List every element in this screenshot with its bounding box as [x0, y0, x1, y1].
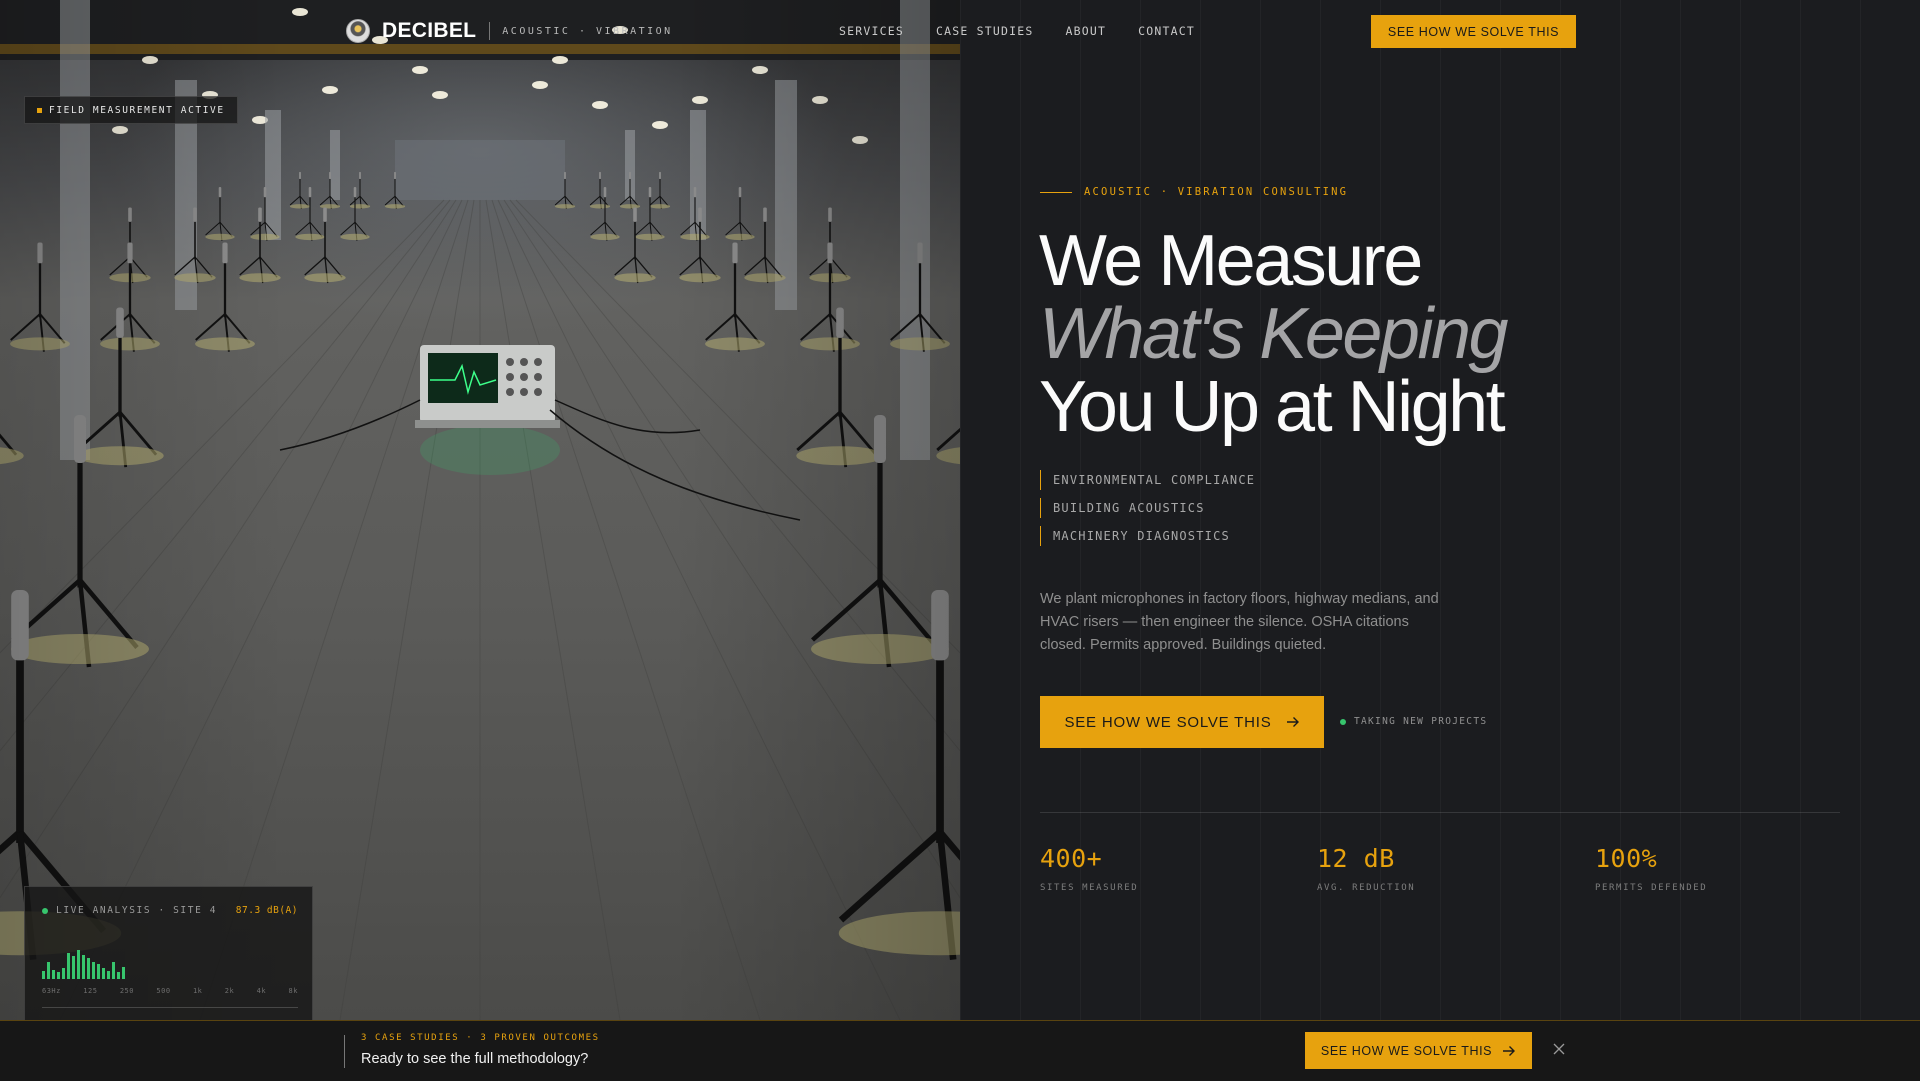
spectrum-bar — [52, 970, 55, 979]
spectrum-bars — [42, 950, 125, 979]
service-tag: MACHINERY DIAGNOSTICS — [1040, 526, 1255, 546]
spectrum-bar — [107, 971, 110, 979]
nav-link-services[interactable]: SERVICES — [839, 24, 904, 38]
warehouse-microphones-illustration — [0, 0, 960, 1020]
spectrum-bar — [42, 971, 45, 979]
stat-label: SITES MEASURED — [1040, 883, 1139, 893]
hero-cta-label: SEE HOW WE SOLVE THIS — [1064, 713, 1272, 731]
frequency-label: 1k — [192, 987, 203, 995]
spectrum-bar — [77, 950, 80, 979]
arrow-right-icon — [1286, 717, 1299, 727]
stats-divider — [1040, 812, 1840, 813]
service-tag: BUILDING ACOUSTICS — [1040, 498, 1255, 518]
frequency-label: 4k — [256, 987, 267, 995]
nav-link-contact[interactable]: CONTACT — [1138, 24, 1195, 38]
stat-label: PERMITS DEFENDED — [1595, 883, 1708, 893]
frequency-label: 63Hz — [42, 987, 61, 995]
spectrum-bar — [92, 962, 95, 979]
headline-line-3: You Up at Night — [1039, 367, 1506, 447]
eyebrow-text: ACOUSTIC · VIBRATION CONSULTING — [1084, 186, 1349, 198]
bottom-bar-kicker: 3 CASE STUDIES · 3 PROVEN OUTCOMES — [361, 1033, 600, 1043]
spectrum-bar — [122, 967, 125, 979]
availability-status: TAKING NEW PROJECTS — [1340, 716, 1487, 727]
frequency-labels: 63Hz 125 250 500 1k 2k 4k 8k — [42, 987, 298, 995]
sticky-cta-bar: 3 CASE STUDIES · 3 PROVEN OUTCOMES Ready… — [0, 1020, 1920, 1081]
spectrum-bar — [97, 964, 100, 979]
headline-line-1: We Measure — [1039, 221, 1423, 301]
analysis-title: LIVE ANALYSIS · SITE 4 — [42, 905, 217, 916]
availability-text: TAKING NEW PROJECTS — [1354, 716, 1488, 727]
decibel-logo-icon — [346, 19, 370, 43]
service-tags: ENVIRONMENTAL COMPLIANCE BUILDING ACOUST… — [1040, 470, 1255, 554]
eyebrow-line — [1040, 191, 1072, 193]
availability-dot-icon — [1340, 718, 1346, 725]
spectrum-bar — [112, 962, 115, 979]
hero-headline: We Measure What's Keeping You Up at Nigh… — [1039, 221, 1509, 447]
brand-logo[interactable]: DECIBEL ACOUSTIC · VIBRATION — [346, 19, 673, 43]
nav-links: SERVICES CASE STUDIES ABOUT CONTACT — [839, 24, 1195, 38]
nav-cta-button[interactable]: SEE HOW WE SOLVE THIS — [1371, 15, 1576, 48]
stat-value: 400+ — [1040, 844, 1103, 873]
bottom-bar-text: Ready to see the full methodology? — [361, 1051, 589, 1067]
brand-tagline: ACOUSTIC · VIBRATION — [502, 25, 673, 37]
stat-sites-measured: 400+ SITES MEASURED — [1040, 844, 1138, 893]
close-icon[interactable] — [1552, 1042, 1566, 1056]
brand-divider — [489, 22, 491, 40]
stat-value: 12 dB — [1317, 844, 1395, 873]
live-analysis-panel: LIVE ANALYSIS · SITE 4 87.3 dB(A) 63Hz 12… — [24, 886, 313, 1022]
analysis-header: LIVE ANALYSIS · SITE 4 87.3 dB(A) — [42, 905, 298, 916]
hero-eyebrow: ACOUSTIC · VIBRATION CONSULTING — [1040, 186, 1348, 198]
bottom-bar-cta-button[interactable]: SEE HOW WE SOLVE THIS — [1305, 1032, 1532, 1069]
top-navigation: DECIBEL ACOUSTIC · VIBRATION SERVICES CA… — [0, 0, 1920, 62]
nav-link-about[interactable]: ABOUT — [1065, 24, 1106, 38]
hero-cta-button[interactable]: SEE HOW WE SOLVE THIS — [1040, 696, 1324, 748]
analysis-divider — [42, 1007, 298, 1008]
hero-description: We plant microphones in factory floors, … — [1040, 591, 1439, 653]
spectrum-bar — [57, 972, 60, 979]
spectrum-bar — [87, 958, 90, 979]
service-tag: ENVIRONMENTAL COMPLIANCE — [1040, 470, 1255, 490]
analysis-reading: 87.3 dB(A) — [235, 905, 298, 916]
spectrum-bar — [62, 968, 65, 979]
spectrum-bar — [67, 953, 70, 979]
bottom-bar-rule — [344, 1035, 345, 1068]
frequency-label: 2k — [224, 987, 235, 995]
spectrum-bar — [117, 972, 120, 979]
stat-label: AVG. REDUCTION — [1317, 883, 1416, 893]
bottom-bar-cta-label: SEE HOW WE SOLVE THIS — [1320, 1043, 1493, 1058]
frequency-label: 8k — [288, 987, 298, 995]
nav-link-case-studies[interactable]: CASE STUDIES — [936, 24, 1033, 38]
spectrum-bar — [102, 968, 105, 979]
frequency-label: 250 — [119, 987, 134, 995]
stat-value: 100% — [1595, 844, 1658, 873]
arrow-right-icon — [1503, 1045, 1516, 1056]
hero-photo — [0, 0, 960, 1020]
analysis-title-text: LIVE ANALYSIS · SITE 4 — [56, 905, 218, 916]
spectrum-bar — [82, 955, 85, 979]
badge-label: FIELD MEASUREMENT ACTIVE — [49, 104, 225, 116]
frequency-label: 125 — [83, 987, 98, 995]
spectrum-bar — [72, 956, 75, 979]
headline-line-2: What's Keeping — [1039, 294, 1509, 374]
live-indicator-icon — [42, 907, 48, 914]
stat-permits-defended: 100% PERMITS DEFENDED — [1595, 844, 1707, 893]
field-measurement-badge: FIELD MEASUREMENT ACTIVE — [24, 96, 238, 124]
brand-name: DECIBEL — [382, 19, 477, 42]
frequency-label: 500 — [156, 987, 171, 995]
stat-avg-reduction: 12 dB AVG. REDUCTION — [1317, 844, 1415, 893]
spectrum-bar — [47, 962, 50, 979]
status-indicator — [37, 107, 42, 113]
